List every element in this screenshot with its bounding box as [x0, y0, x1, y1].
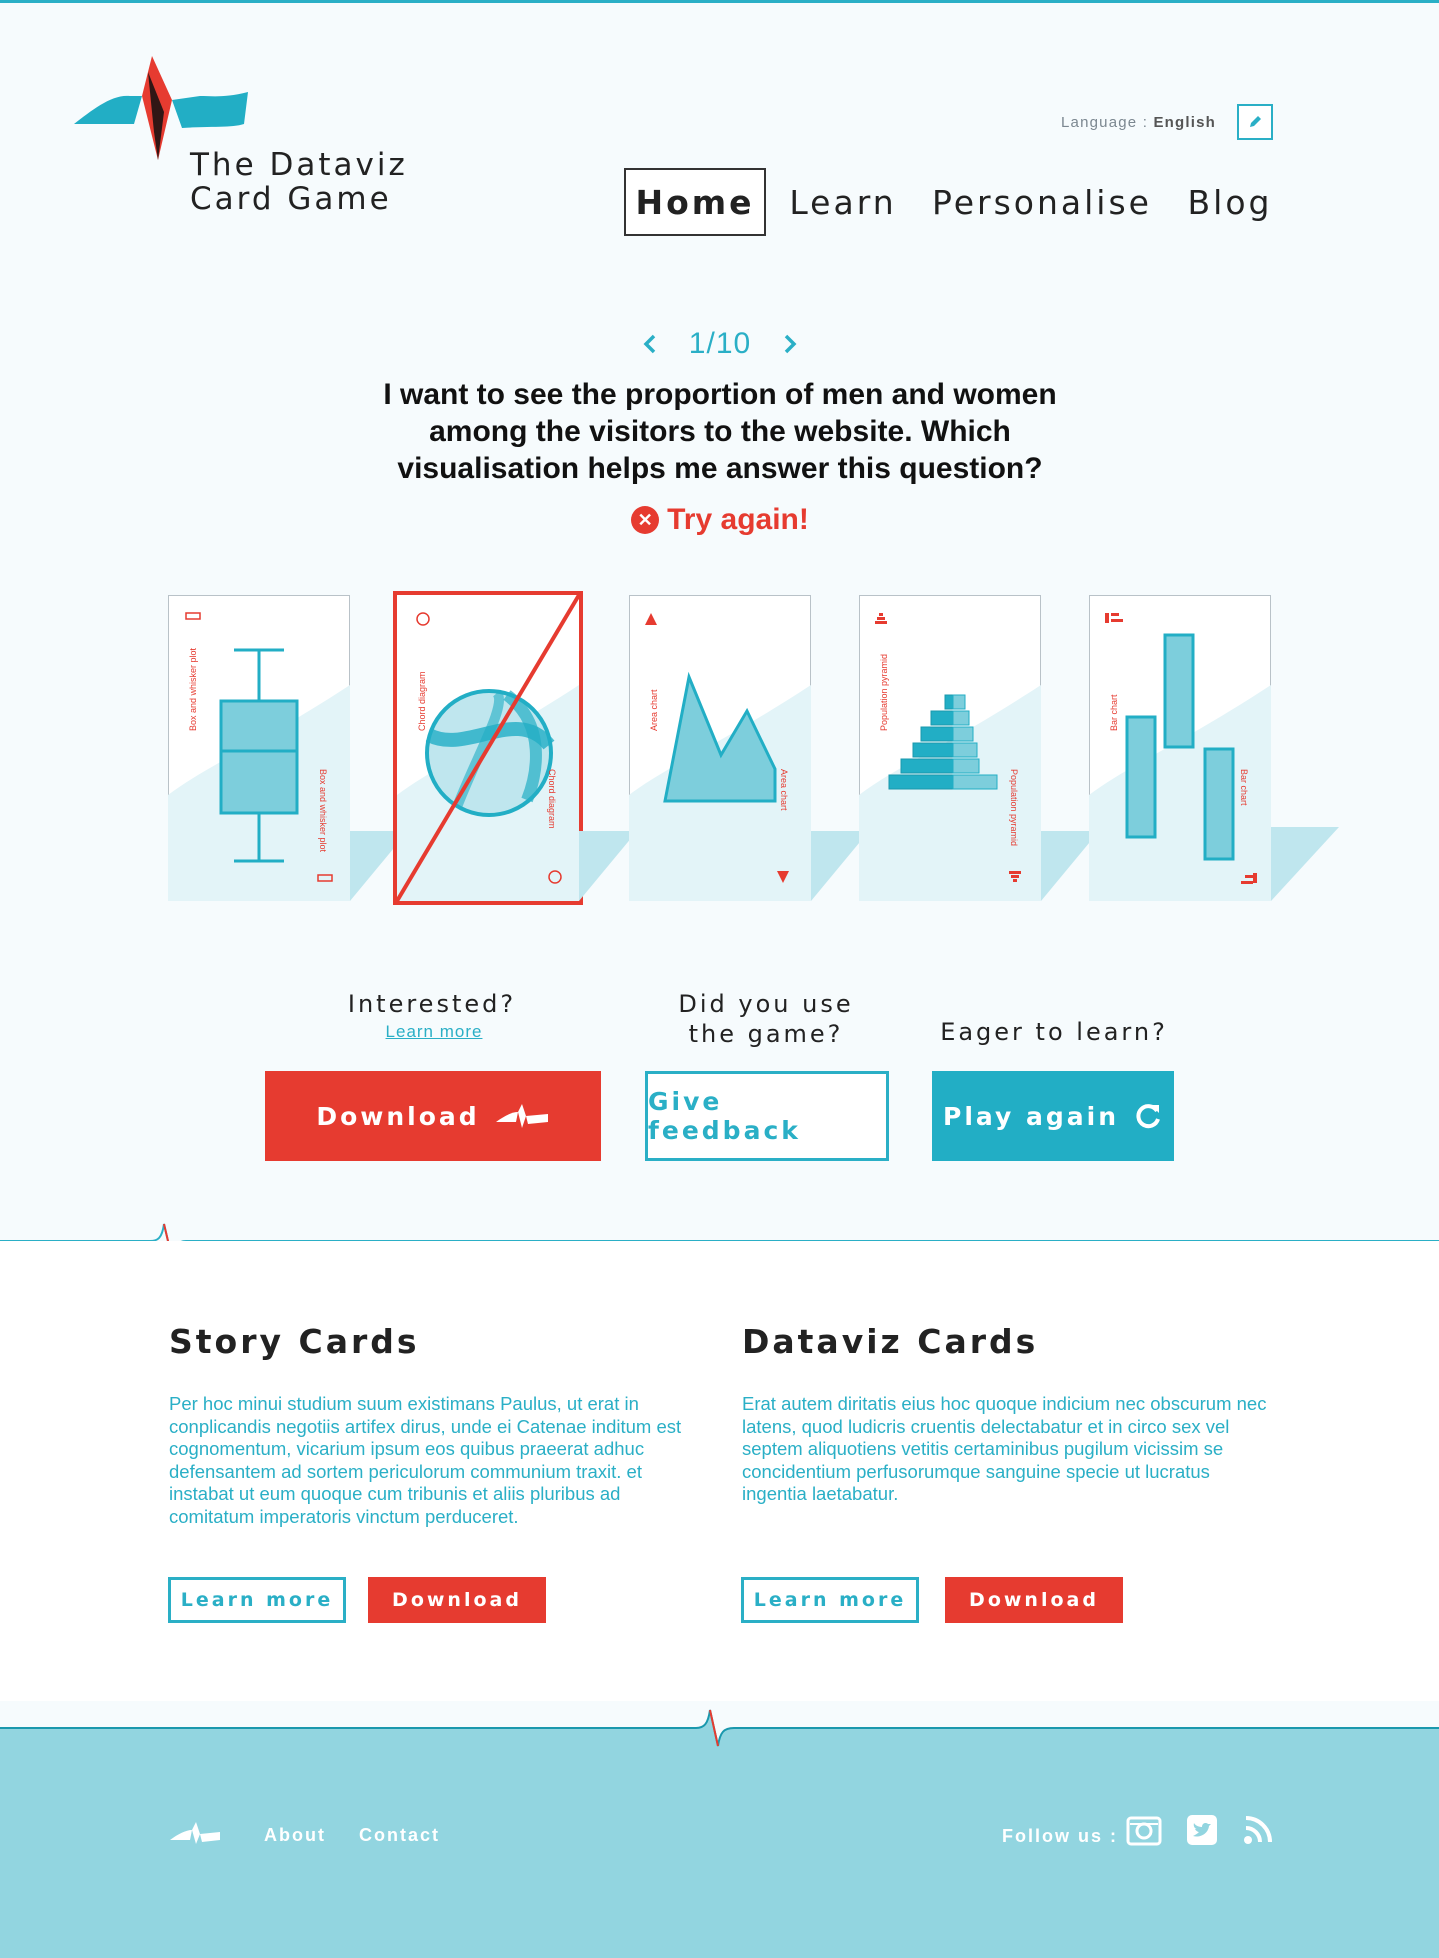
did-you-use-label: Did you use the game?: [678, 990, 854, 1048]
language-indicator: Language : English: [1061, 114, 1216, 131]
question-text: I want to see the proportion of men and …: [383, 378, 1057, 485]
card-label: Chord diagram: [547, 769, 557, 829]
card-label: Box and whisker plot: [318, 769, 328, 853]
question-pager: 1/10: [630, 322, 810, 366]
card-label: Bar chart: [1239, 769, 1249, 806]
play-again-label: Play again: [943, 1101, 1119, 1131]
footer-contact-link[interactable]: Contact: [359, 1825, 440, 1846]
follow-us-label: Follow us :: [1002, 1826, 1118, 1846]
card-box-whisker[interactable]: Box and whisker plot Box and whisker plo…: [168, 595, 408, 901]
nav-blog[interactable]: Blog: [1182, 168, 1278, 236]
dataviz-download-button[interactable]: Download: [945, 1577, 1123, 1623]
prev-question-button[interactable]: [630, 324, 670, 364]
card-label: Bar chart: [1109, 694, 1119, 731]
language-value: English: [1153, 114, 1217, 131]
question-counter: 1/10: [688, 327, 752, 360]
chevron-right-icon: [784, 334, 797, 354]
logo-mark-icon: [74, 56, 248, 160]
refresh-icon: [1136, 1104, 1160, 1129]
twitter-icon: [1187, 1815, 1217, 1845]
footer-logo-icon[interactable]: [168, 1820, 222, 1846]
nav-personalise[interactable]: Personalise: [928, 168, 1156, 236]
card-label: Area chart: [779, 769, 789, 811]
logo-mark-icon: [495, 1104, 548, 1128]
nav-learn[interactable]: Learn: [784, 168, 902, 236]
card-bar-chart[interactable]: Bar chart Bar chart: [1089, 595, 1339, 901]
rss-icon: [1244, 1816, 1272, 1844]
dataviz-cards-title: Dataviz Cards: [742, 1322, 1039, 1361]
learn-more-link[interactable]: Learn more: [382, 1022, 486, 1042]
language-label: Language :: [1061, 114, 1149, 131]
footer-about-link[interactable]: About: [264, 1825, 326, 1846]
language-edit-button[interactable]: [1237, 104, 1273, 140]
chevron-left-icon: [643, 334, 656, 354]
card-chord-diagram[interactable]: Chord diagram Chord diagram: [393, 591, 637, 905]
download-label: Download: [316, 1101, 480, 1131]
card-label: Box and whisker plot: [188, 647, 198, 731]
feedback-text: Try again!: [667, 503, 809, 536]
interested-label: Interested?: [347, 990, 517, 1018]
story-download-button[interactable]: Download: [368, 1577, 546, 1623]
dataviz-cards-body: Erat autem diritatis eius hoc quoque ind…: [742, 1393, 1267, 1504]
card-area-chart[interactable]: Area chart Area chart: [629, 595, 869, 901]
give-feedback-button[interactable]: Give feedback: [645, 1071, 889, 1161]
top-accent-line: [0, 0, 1439, 3]
play-again-button[interactable]: Play again: [932, 1071, 1174, 1161]
dataviz-learn-more-button[interactable]: Learn more: [741, 1577, 919, 1623]
answer-feedback: ✕ Try again!: [620, 498, 820, 542]
next-question-button[interactable]: [770, 324, 810, 364]
story-cards-body: Per hoc minui studium suum existimans Pa…: [169, 1393, 682, 1527]
error-x-icon: ✕: [631, 506, 660, 534]
site-title: The Dataviz Card Game: [190, 147, 408, 217]
story-cards-title: Story Cards: [169, 1322, 420, 1361]
story-learn-more-button[interactable]: Learn more: [168, 1577, 346, 1623]
nav-home[interactable]: Home: [624, 168, 766, 236]
instagram-link[interactable]: [1124, 1810, 1164, 1850]
eager-label: Eager to learn?: [940, 1018, 1168, 1046]
card-label: Population pyramid: [879, 653, 889, 731]
card-label: Population pyramid: [1009, 769, 1019, 847]
download-button[interactable]: Download: [265, 1071, 601, 1161]
card-label: Area chart: [649, 689, 659, 731]
card-population-pyramid[interactable]: Population pyramid Population pyramid: [859, 595, 1099, 901]
card-label: Chord diagram: [417, 671, 427, 731]
site-logo[interactable]: The Dataviz Card Game: [72, 52, 412, 232]
instagram-icon: [1126, 1816, 1162, 1846]
rss-link[interactable]: [1238, 1810, 1278, 1850]
twitter-link[interactable]: [1182, 1810, 1222, 1850]
page: The Dataviz Card Game Language : English…: [0, 0, 1439, 1958]
pencil-icon: [1250, 116, 1261, 127]
